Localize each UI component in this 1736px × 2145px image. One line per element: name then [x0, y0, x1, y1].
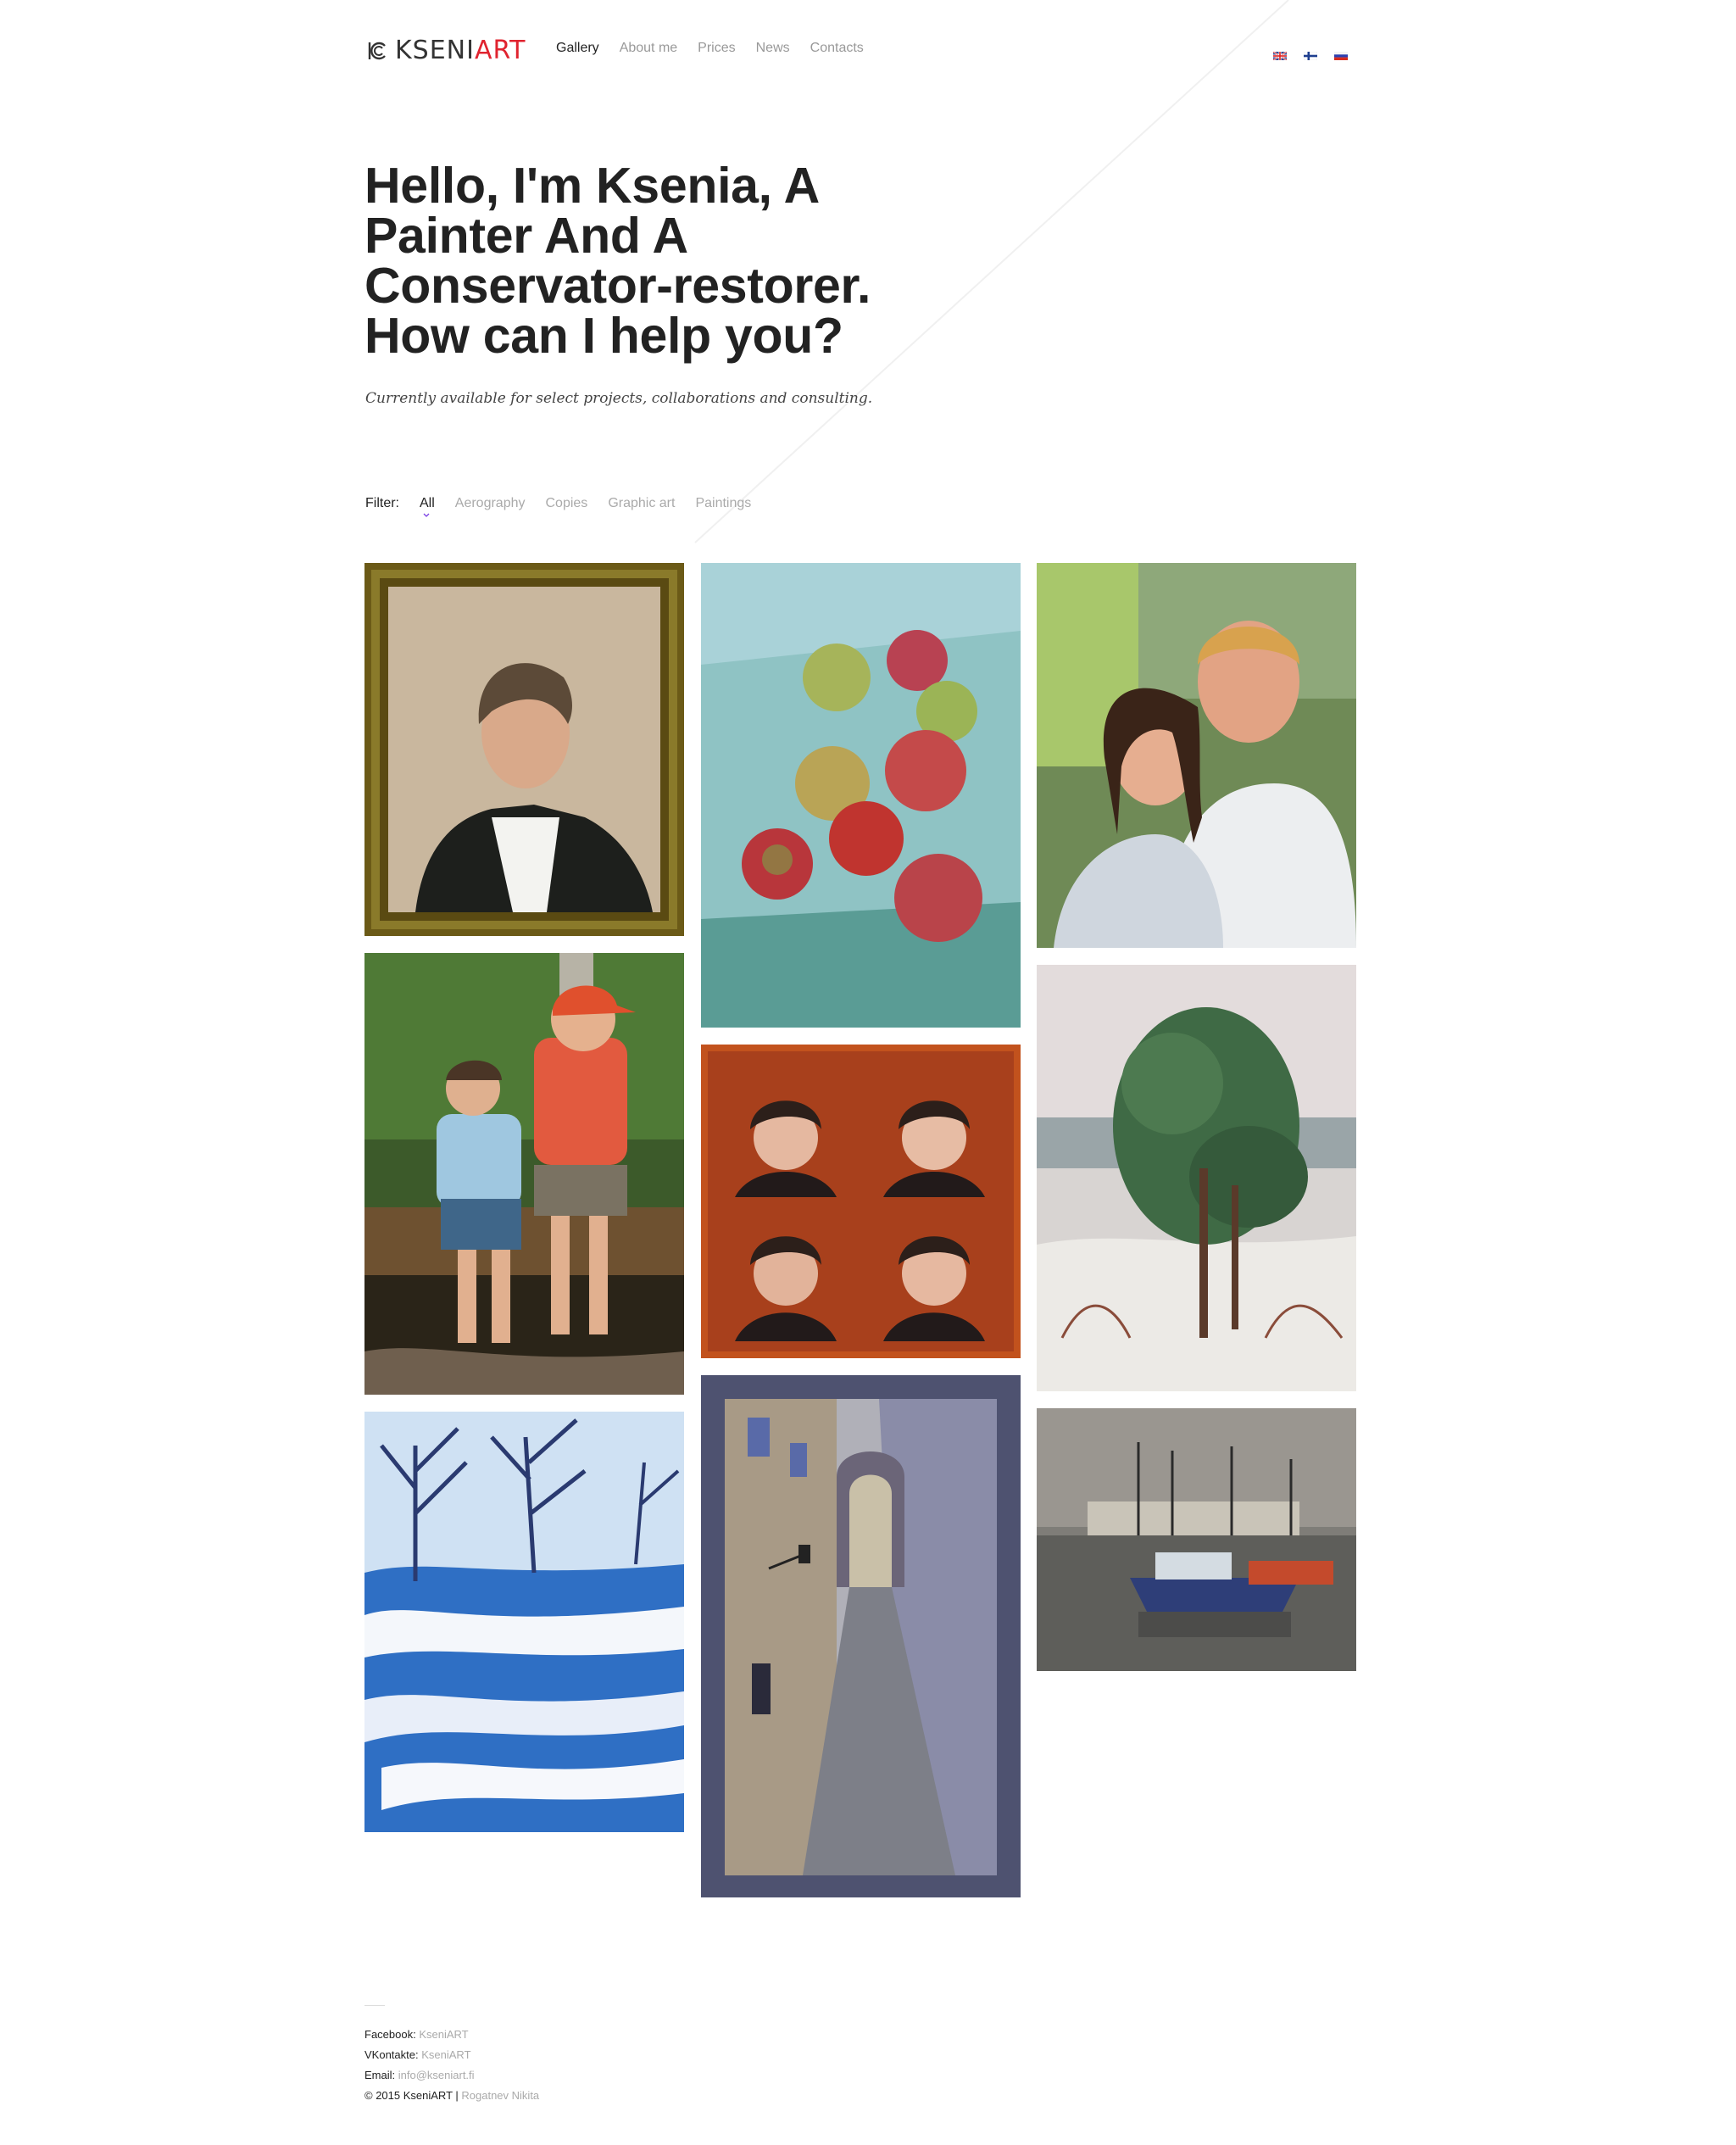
nav-item-news[interactable]: News — [756, 40, 790, 57]
filter-item-paintings[interactable]: Paintings — [695, 495, 751, 512]
footer-email-label: Email: — [364, 2069, 396, 2081]
nav-item-contacts[interactable]: Contacts — [810, 40, 864, 57]
filter-item-all[interactable]: All — [420, 495, 435, 517]
gallery-item-couple-portrait[interactable] — [1037, 563, 1356, 948]
footer-email: Email: info@kseniart.fi — [364, 2065, 539, 2086]
footer-facebook-label: Facebook: — [364, 2028, 416, 2041]
hero-subtitle: Currently available for select projects,… — [365, 390, 873, 407]
footer-facebook-link[interactable]: KseniART — [419, 2028, 468, 2041]
footer-vk-link[interactable]: KseniART — [421, 2048, 470, 2061]
footer-facebook: Facebook: KseniART — [364, 2025, 539, 2045]
nav-item-about-me[interactable]: About me — [620, 40, 677, 57]
footer-email-link[interactable]: info@kseniart.fi — [398, 2069, 475, 2081]
chevron-down-icon — [423, 513, 430, 517]
main-nav: Gallery About me Prices News Contacts — [556, 40, 864, 57]
gallery-item-harbor-boats[interactable] — [1037, 1408, 1356, 1671]
painting-image — [1037, 965, 1356, 1391]
logo-mark-icon — [366, 40, 388, 62]
painting-image — [1037, 563, 1356, 948]
painting-image — [1037, 1408, 1356, 1671]
gallery-item-pine-tree[interactable] — [1037, 965, 1356, 1391]
gallery-filter: Filter: All Aerography Copies Graphic ar… — [365, 495, 751, 517]
site-logo[interactable]: KSENIART — [366, 37, 526, 64]
nav-item-prices[interactable]: Prices — [698, 40, 735, 57]
footer-author-link[interactable]: Rogatnev Nikita — [461, 2089, 539, 2102]
flag-finland-icon[interactable] — [1304, 52, 1317, 60]
gallery-item-apples[interactable] — [701, 563, 1021, 1028]
flag-uk-icon[interactable] — [1273, 52, 1287, 60]
filter-label: Filter: — [365, 496, 399, 510]
footer-vk-label: VKontakte: — [364, 2048, 419, 2061]
footer-vkontakte: VKontakte: KseniART — [364, 2045, 539, 2065]
language-switcher — [1273, 52, 1348, 60]
filter-item-graphic-art[interactable]: Graphic art — [608, 495, 675, 512]
nav-item-gallery[interactable]: Gallery — [556, 40, 599, 57]
gallery-item-old-street[interactable] — [701, 1375, 1021, 1897]
filter-item-all-label: All — [420, 496, 435, 510]
filter-item-copies[interactable]: Copies — [546, 495, 588, 512]
hero-title: Hello, I'm Ksenia, A Painter And A Conse… — [364, 158, 871, 364]
footer-copyright: © 2015 KseniART | Rogatnev Nikita — [364, 2086, 539, 2106]
gallery-item-boys-on-pier[interactable] — [364, 953, 684, 1395]
painting-image — [364, 1412, 684, 1832]
gallery-item-winter-snow[interactable] — [364, 1412, 684, 1832]
logo-text: KSENIART — [395, 36, 526, 65]
flag-russia-icon[interactable] — [1334, 52, 1348, 60]
footer-divider — [364, 2005, 385, 2006]
gallery-item-four-portraits[interactable] — [701, 1045, 1021, 1358]
gallery-item-portrait-man[interactable] — [364, 563, 684, 936]
painting-image — [364, 563, 684, 936]
copyright-text: © 2015 KseniART | — [364, 2089, 459, 2102]
painting-image — [701, 1045, 1021, 1358]
filter-item-aerography[interactable]: Aerography — [455, 495, 526, 512]
painting-image — [364, 953, 684, 1395]
site-footer: Facebook: KseniART VKontakte: KseniART E… — [364, 2025, 539, 2106]
painting-image — [701, 563, 1021, 1028]
painting-image — [701, 1375, 1021, 1897]
